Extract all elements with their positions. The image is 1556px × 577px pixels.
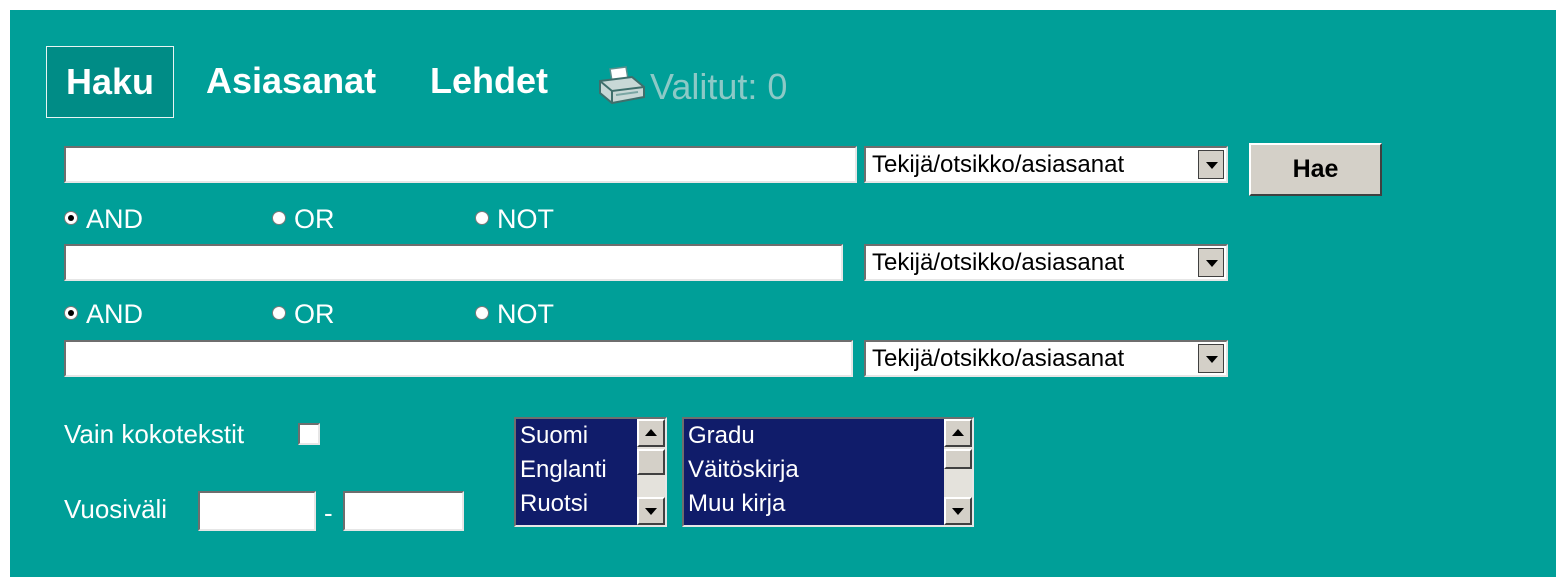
- printer-icon: [598, 60, 646, 105]
- search-button[interactable]: Hae: [1249, 143, 1382, 196]
- language-option[interactable]: Englanti: [520, 453, 607, 487]
- year-from-input[interactable]: [198, 491, 316, 531]
- fulltext-label: Vain kokotekstit: [64, 419, 245, 449]
- type-option[interactable]: Muu kirja: [688, 487, 785, 521]
- scroll-down-icon[interactable]: [637, 497, 665, 525]
- tab-asiasanat[interactable]: Asiasanat: [206, 46, 376, 116]
- scroll-thumb[interactable]: [944, 449, 972, 469]
- scroll-thumb[interactable]: [637, 449, 665, 475]
- year-range-label: Vuosiväli: [64, 494, 168, 524]
- field-select-1[interactable]: Tekijä/otsikko/asiasanat: [864, 146, 1228, 183]
- year-separator: -: [324, 498, 333, 528]
- type-scrollbar[interactable]: [944, 419, 972, 525]
- language-option[interactable]: Suomi: [520, 419, 588, 453]
- scroll-up-icon[interactable]: [944, 419, 972, 447]
- scroll-up-icon[interactable]: [637, 419, 665, 447]
- type-option[interactable]: Väitöskirja: [688, 453, 799, 487]
- field-select-3[interactable]: Tekijä/otsikko/asiasanat: [864, 340, 1228, 377]
- radio-selected-icon: [64, 306, 78, 320]
- fulltext-checkbox[interactable]: [298, 423, 320, 445]
- year-to-input[interactable]: [343, 491, 464, 531]
- type-option[interactable]: Gradu: [688, 419, 755, 453]
- radio-unselected-icon: [475, 211, 489, 225]
- search-input-3[interactable]: [64, 340, 853, 377]
- field-select-2-value: Tekijä/otsikko/asiasanat: [872, 249, 1125, 276]
- radio-unselected-icon: [272, 211, 286, 225]
- search-input-1[interactable]: [64, 146, 857, 183]
- radio-unselected-icon: [475, 306, 489, 320]
- field-select-2[interactable]: Tekijä/otsikko/asiasanat: [864, 244, 1228, 281]
- type-listbox[interactable]: Gradu Väitöskirja Muu kirja: [682, 417, 974, 527]
- search-input-2[interactable]: [64, 244, 843, 281]
- dropdown-arrow-icon[interactable]: [1198, 248, 1224, 277]
- dropdown-arrow-icon[interactable]: [1198, 344, 1224, 373]
- radio-unselected-icon: [272, 306, 286, 320]
- field-select-1-value: Tekijä/otsikko/asiasanat: [872, 151, 1125, 178]
- scroll-down-icon[interactable]: [944, 497, 972, 525]
- dropdown-arrow-icon[interactable]: [1198, 150, 1224, 179]
- selected-count: Valitut: 0: [650, 66, 788, 107]
- radio-selected-icon: [64, 211, 78, 225]
- language-listbox[interactable]: Suomi Englanti Ruotsi: [514, 417, 667, 527]
- tab-lehdet[interactable]: Lehdet: [430, 46, 548, 116]
- field-select-3-value: Tekijä/otsikko/asiasanat: [872, 345, 1125, 372]
- language-option[interactable]: Ruotsi: [520, 487, 588, 521]
- language-scrollbar[interactable]: [637, 419, 665, 525]
- tab-haku[interactable]: Haku: [46, 46, 174, 118]
